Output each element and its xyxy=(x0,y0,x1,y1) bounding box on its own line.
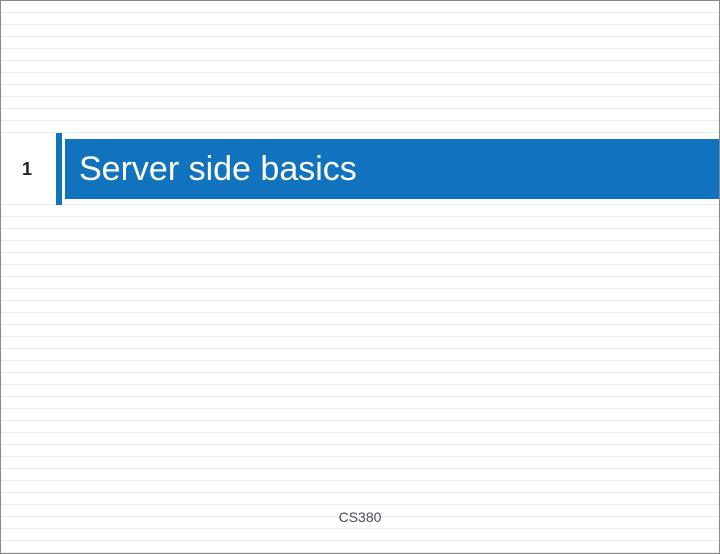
slide-container: 1 Server side basics CS380 xyxy=(0,0,720,554)
title-divider xyxy=(53,139,65,199)
page-number: 1 xyxy=(1,139,53,199)
slide-footer: CS380 xyxy=(1,509,719,525)
title-band: 1 Server side basics xyxy=(1,139,719,199)
slide-title: Server side basics xyxy=(65,139,719,199)
